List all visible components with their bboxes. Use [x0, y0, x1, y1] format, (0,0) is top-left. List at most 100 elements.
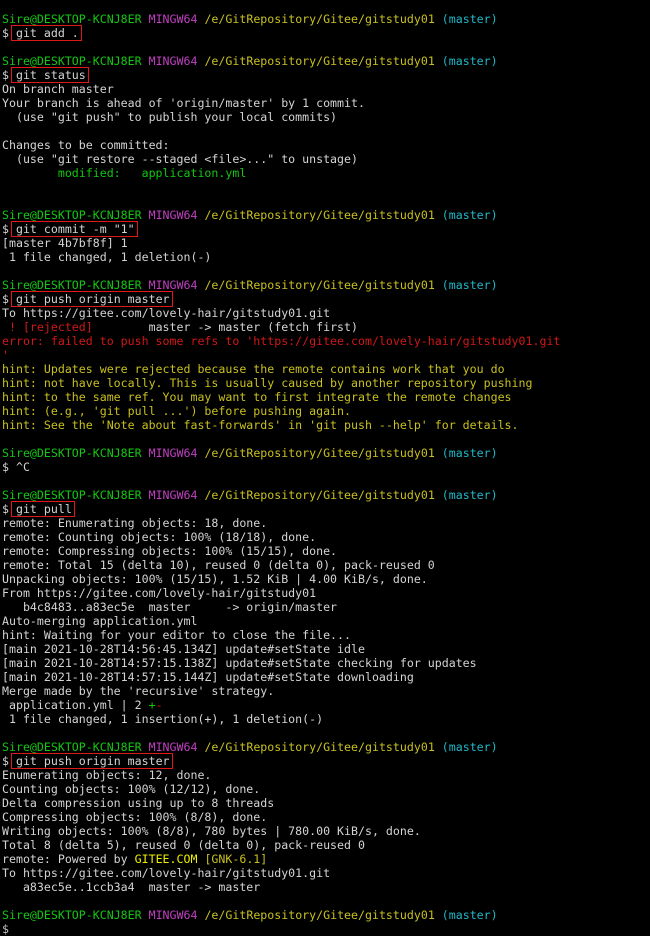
output-line: To https://gitee.com/lovely-hair/gitstud…: [2, 866, 330, 880]
line-text: (master): [441, 446, 498, 460]
line-text: Changes to be committed:: [2, 138, 170, 152]
output-line: [main 2021-10-28T14:57:15.144Z] update#s…: [2, 670, 414, 684]
line-text: /e/GitRepository/Gitee/gitstudy01: [204, 740, 435, 754]
output-line: Enumerating objects: 12, done.: [2, 768, 211, 782]
line-text: Sire@DESKTOP-KCNJ8ER: [2, 488, 142, 502]
output-line: hint: See the 'Note about fast-forwards'…: [2, 418, 519, 432]
output-line: a83ec5e..1ccb3a4 master -> master: [2, 880, 260, 894]
output-line: Writing objects: 100% (8/8), 780 bytes |…: [2, 824, 421, 838]
output-line: On branch master: [2, 82, 114, 96]
line-text: Writing objects: 100% (8/8), 780 bytes |…: [2, 824, 421, 838]
line-text: GITEE.COM: [134, 852, 198, 866]
output-line: [main 2021-10-28T14:56:45.134Z] update#s…: [2, 642, 365, 656]
line-text: Your branch is ahead of 'origin/master' …: [2, 96, 365, 110]
command-highlight-box: [11, 753, 173, 769]
line-text: [435, 278, 442, 292]
line-text: remote: Powered by: [2, 852, 135, 866]
command-highlight-box: [11, 291, 173, 307]
line-text: (master): [441, 208, 498, 222]
cursor-prompt: $: [2, 922, 9, 936]
output-line: Your branch is ahead of 'origin/master' …: [2, 96, 365, 110]
line-text: Sire@DESKTOP-KCNJ8ER: [2, 446, 142, 460]
output-line: modified: application.yml: [2, 166, 246, 180]
line-text: ^C: [15, 460, 30, 474]
line-text: [142, 908, 149, 922]
output-line: Changes to be committed:: [2, 138, 170, 152]
line-text: Sire@DESKTOP-KCNJ8ER: [2, 908, 142, 922]
line-text: [master 4b7bf8f] 1: [2, 236, 128, 250]
line-text: MINGW64: [148, 740, 198, 754]
line-text: modified: application.yml: [2, 166, 247, 180]
output-line: Auto-merging application.yml: [2, 614, 197, 628]
output-line: (use "git restore --staged <file>..." to…: [2, 152, 358, 166]
output-line: Sire@DESKTOP-KCNJ8ER MINGW64 /e/GitRepos…: [2, 208, 498, 222]
line-text: $: [2, 460, 16, 474]
output-line: Merge made by the 'recursive' strategy.: [2, 684, 274, 698]
line-text: Total 8 (delta 5), reused 0 (delta 0), p…: [2, 838, 365, 852]
line-text: Sire@DESKTOP-KCNJ8ER: [2, 208, 142, 222]
line-text: [435, 740, 442, 754]
output-line: b4c8483..a83ec5e master -> origin/master: [2, 600, 337, 614]
command-highlight-box: [11, 25, 82, 41]
line-text: /e/GitRepository/Gitee/gitstudy01: [204, 12, 435, 26]
line-text: Enumerating objects: 12, done.: [2, 768, 212, 782]
line-text: remote: Counting objects: 100% (18/18), …: [2, 530, 317, 544]
output-line: remote: Enumerating objects: 18, done.: [2, 516, 267, 530]
line-text: To https://gitee.com/lovely-hair/gitstud…: [2, 866, 331, 880]
line-text: hint: not have locally. This is usually …: [2, 376, 533, 390]
line-text: b4c8483..a83ec5e master -> origin/master: [2, 600, 338, 614]
line-text: Sire@DESKTOP-KCNJ8ER: [2, 54, 142, 68]
line-text: [main 2021-10-28T14:57:15.144Z] update#s…: [2, 670, 414, 684]
output-line: application.yml | 2 +-: [2, 698, 163, 712]
output-line: Compressing objects: 100% (8/8), done.: [2, 810, 267, 824]
line-text: (master): [441, 54, 498, 68]
line-text: [142, 488, 149, 502]
line-text: Sire@DESKTOP-KCNJ8ER: [2, 278, 142, 292]
output-line: 1 file changed, 1 insertion(+), 1 deleti…: [2, 712, 323, 726]
line-text: Merge made by the 'recursive' strategy.: [2, 684, 275, 698]
line-text: Counting objects: 100% (12/12), done.: [2, 782, 261, 796]
line-text: [main 2021-10-28T14:56:45.134Z] update#s…: [2, 642, 365, 656]
output-line: remote: Powered by GITEE.COM [GNK-6.1]: [2, 852, 267, 866]
output-line: (use "git push" to publish your local co…: [2, 110, 337, 124]
output-line: To https://gitee.com/lovely-hair/gitstud…: [2, 306, 330, 320]
line-text: [142, 208, 149, 222]
output-line: Sire@DESKTOP-KCNJ8ER MINGW64 /e/GitRepos…: [2, 278, 498, 292]
line-text: [142, 54, 149, 68]
line-text: ! [rejected]: [2, 320, 93, 334]
line-text: (master): [441, 488, 498, 502]
output-line: remote: Counting objects: 100% (18/18), …: [2, 530, 316, 544]
line-text: [142, 740, 149, 754]
output-line: Sire@DESKTOP-KCNJ8ER MINGW64 /e/GitRepos…: [2, 446, 498, 460]
line-text: Unpacking objects: 100% (15/15), 1.52 Ki…: [2, 572, 428, 586]
output-line: Counting objects: 100% (12/12), done.: [2, 782, 260, 796]
line-text: [GNK-6.1]: [204, 852, 268, 866]
output-line: Sire@DESKTOP-KCNJ8ER MINGW64 /e/GitRepos…: [2, 54, 498, 68]
line-text: (master): [441, 908, 498, 922]
line-text: ': [2, 348, 9, 362]
output-line: hint: Waiting for your editor to close t…: [2, 628, 351, 642]
line-text: [435, 488, 442, 502]
line-text: /e/GitRepository/Gitee/gitstudy01: [204, 446, 435, 460]
line-text: [main 2021-10-28T14:57:15.138Z] update#s…: [2, 656, 477, 670]
line-text: (use "git push" to publish your local co…: [2, 110, 338, 124]
line-text: [435, 446, 442, 460]
line-text: remote: Enumerating objects: 18, done.: [2, 516, 268, 530]
line-text: /e/GitRepository/Gitee/gitstudy01: [204, 908, 435, 922]
line-text: MINGW64: [148, 488, 198, 502]
line-text: MINGW64: [148, 278, 198, 292]
command-highlight-box: [11, 501, 75, 517]
line-text: (master): [441, 12, 498, 26]
line-text: Delta compression using up to 8 threads: [2, 796, 275, 810]
output-line: 1 file changed, 1 deletion(-): [2, 250, 211, 264]
line-text: [142, 12, 149, 26]
line-text: MINGW64: [148, 12, 198, 26]
line-text: /e/GitRepository/Gitee/gitstudy01: [204, 54, 435, 68]
line-text: [142, 278, 149, 292]
output-line: hint: (e.g., 'git pull ...') before push…: [2, 404, 351, 418]
line-text: MINGW64: [148, 54, 198, 68]
terminal-window[interactable]: Sire@DESKTOP-KCNJ8ER MINGW64 /e/GitRepos…: [0, 0, 650, 936]
line-text: hint: Updates were rejected because the …: [2, 362, 505, 376]
output-line: Delta compression using up to 8 threads: [2, 796, 274, 810]
line-text: MINGW64: [148, 446, 198, 460]
